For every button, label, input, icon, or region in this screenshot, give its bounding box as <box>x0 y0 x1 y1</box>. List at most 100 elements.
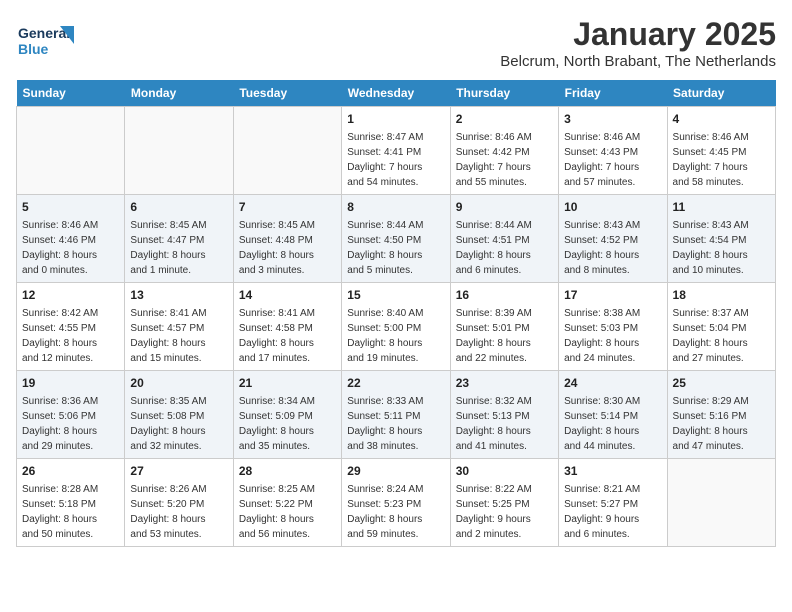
day-info: Sunrise: 8:41 AM Sunset: 4:57 PM Dayligh… <box>130 308 206 364</box>
day-info: Sunrise: 8:38 AM Sunset: 5:03 PM Dayligh… <box>564 308 640 364</box>
day-number: 24 <box>564 375 661 392</box>
header-tuesday: Tuesday <box>233 80 341 107</box>
day-info: Sunrise: 8:44 AM Sunset: 4:51 PM Dayligh… <box>456 220 532 276</box>
day-info: Sunrise: 8:37 AM Sunset: 5:04 PM Dayligh… <box>673 308 749 364</box>
day-info: Sunrise: 8:46 AM Sunset: 4:46 PM Dayligh… <box>22 220 98 276</box>
table-row: 30Sunrise: 8:22 AM Sunset: 5:25 PM Dayli… <box>450 459 558 547</box>
day-info: Sunrise: 8:46 AM Sunset: 4:42 PM Dayligh… <box>456 132 532 188</box>
table-row: 12 Sunrise: 8:42 AM Sunset: 4:55 PM Dayli… <box>17 283 125 371</box>
table-row: 9Sunrise: 8:44 AM Sunset: 4:51 PM Daylig… <box>450 195 558 283</box>
table-row: 27 Sunrise: 8:26 AM Sunset: 5:20 PM Dayli… <box>125 459 233 547</box>
day-number: 22 <box>347 375 444 392</box>
day-info: Sunrise: 8:42 AM Sunset: 4:55 PM Dayligh… <box>22 308 98 364</box>
day-info: Sunrise: 8:47 AM Sunset: 4:41 PM Dayligh… <box>347 132 423 188</box>
table-row: 11Sunrise: 8:43 AM Sunset: 4:54 PM Dayli… <box>667 195 775 283</box>
day-info: Sunrise: 8:30 AM Sunset: 5:14 PM Dayligh… <box>564 396 640 452</box>
day-info: Sunrise: 8:43 AM Sunset: 4:52 PM Dayligh… <box>564 220 640 276</box>
day-info: Sunrise: 8:29 AM Sunset: 5:16 PM Dayligh… <box>673 396 749 452</box>
day-info: Sunrise: 8:44 AM Sunset: 4:50 PM Dayligh… <box>347 220 423 276</box>
day-info: Sunrise: 8:21 AM Sunset: 5:27 PM Dayligh… <box>564 484 640 540</box>
day-number: 18 <box>673 287 770 304</box>
day-number: 4 <box>673 111 770 128</box>
day-info: Sunrise: 8:36 AM Sunset: 5:06 PM Dayligh… <box>22 396 98 452</box>
day-info: Sunrise: 8:46 AM Sunset: 4:45 PM Dayligh… <box>673 132 749 188</box>
day-number: 23 <box>456 375 553 392</box>
day-info: Sunrise: 8:40 AM Sunset: 5:00 PM Dayligh… <box>347 308 423 364</box>
day-number: 1 <box>347 111 444 128</box>
day-info: Sunrise: 8:41 AM Sunset: 4:58 PM Dayligh… <box>239 308 315 364</box>
title-block: January 2025 Belcrum, North Brabant, The… <box>500 16 776 70</box>
day-number: 17 <box>564 287 661 304</box>
day-number: 6 <box>130 199 227 216</box>
day-info: Sunrise: 8:46 AM Sunset: 4:43 PM Dayligh… <box>564 132 640 188</box>
day-number: 7 <box>239 199 336 216</box>
table-row: 21Sunrise: 8:34 AM Sunset: 5:09 PM Dayli… <box>233 371 341 459</box>
table-row: 7 Sunrise: 8:45 AM Sunset: 4:48 PM Daylig… <box>233 195 341 283</box>
day-number: 29 <box>347 463 444 480</box>
day-number: 13 <box>130 287 227 304</box>
calendar-week-row: 26 Sunrise: 8:28 AM Sunset: 5:18 PM Dayli… <box>17 459 776 547</box>
table-row: 31 Sunrise: 8:21 AM Sunset: 5:27 PM Dayli… <box>559 459 667 547</box>
table-row: 22 Sunrise: 8:33 AM Sunset: 5:11 PM Dayli… <box>342 371 450 459</box>
table-row: 28Sunrise: 8:25 AM Sunset: 5:22 PM Dayli… <box>233 459 341 547</box>
table-row: 6 Sunrise: 8:45 AM Sunset: 4:47 PM Daylig… <box>125 195 233 283</box>
table-row: 14 Sunrise: 8:41 AM Sunset: 4:58 PM Dayli… <box>233 283 341 371</box>
day-info: Sunrise: 8:45 AM Sunset: 4:47 PM Dayligh… <box>130 220 206 276</box>
day-info: Sunrise: 8:33 AM Sunset: 5:11 PM Dayligh… <box>347 396 423 452</box>
day-number: 21 <box>239 375 336 392</box>
table-row: 1 Sunrise: 8:47 AM Sunset: 4:41 PM Daylig… <box>342 107 450 195</box>
day-number: 20 <box>130 375 227 392</box>
day-number: 27 <box>130 463 227 480</box>
header-saturday: Saturday <box>667 80 775 107</box>
day-number: 26 <box>22 463 119 480</box>
day-info: Sunrise: 8:25 AM Sunset: 5:22 PM Dayligh… <box>239 484 315 540</box>
header-thursday: Thursday <box>450 80 558 107</box>
day-info: Sunrise: 8:28 AM Sunset: 5:18 PM Dayligh… <box>22 484 98 540</box>
table-row: 15 Sunrise: 8:40 AM Sunset: 5:00 PM Dayli… <box>342 283 450 371</box>
day-info: Sunrise: 8:32 AM Sunset: 5:13 PM Dayligh… <box>456 396 532 452</box>
header-monday: Monday <box>125 80 233 107</box>
day-number: 11 <box>673 199 770 216</box>
table-row: 17 Sunrise: 8:38 AM Sunset: 5:03 PM Dayli… <box>559 283 667 371</box>
table-row: 26 Sunrise: 8:28 AM Sunset: 5:18 PM Dayli… <box>17 459 125 547</box>
header-wednesday: Wednesday <box>342 80 450 107</box>
calendar-location: Belcrum, North Brabant, The Netherlands <box>500 53 776 70</box>
table-row: 8 Sunrise: 8:44 AM Sunset: 4:50 PM Daylig… <box>342 195 450 283</box>
calendar-week-row: 12 Sunrise: 8:42 AM Sunset: 4:55 PM Dayli… <box>17 283 776 371</box>
logo: General Blue <box>16 16 76 66</box>
weekday-header-row: Sunday Monday Tuesday Wednesday Thursday… <box>17 80 776 107</box>
day-number: 3 <box>564 111 661 128</box>
day-number: 19 <box>22 375 119 392</box>
day-info: Sunrise: 8:45 AM Sunset: 4:48 PM Dayligh… <box>239 220 315 276</box>
svg-text:Blue: Blue <box>18 41 49 57</box>
logo-icon: General Blue <box>16 16 76 66</box>
calendar-week-row: 5 Sunrise: 8:46 AM Sunset: 4:46 PM Daylig… <box>17 195 776 283</box>
table-row: 10Sunrise: 8:43 AM Sunset: 4:52 PM Dayli… <box>559 195 667 283</box>
table-row: 5 Sunrise: 8:46 AM Sunset: 4:46 PM Daylig… <box>17 195 125 283</box>
day-number: 14 <box>239 287 336 304</box>
calendar-title: January 2025 <box>500 16 776 53</box>
calendar-week-row: 19 Sunrise: 8:36 AM Sunset: 5:06 PM Dayli… <box>17 371 776 459</box>
table-row: 16Sunrise: 8:39 AM Sunset: 5:01 PM Dayli… <box>450 283 558 371</box>
page-header: General Blue January 2025 Belcrum, North… <box>16 16 776 70</box>
table-row: 23 Sunrise: 8:32 AM Sunset: 5:13 PM Dayli… <box>450 371 558 459</box>
table-row: 2Sunrise: 8:46 AM Sunset: 4:42 PM Daylig… <box>450 107 558 195</box>
table-row <box>233 107 341 195</box>
day-number: 12 <box>22 287 119 304</box>
calendar-table: Sunday Monday Tuesday Wednesday Thursday… <box>16 80 776 547</box>
day-number: 8 <box>347 199 444 216</box>
table-row: 29 Sunrise: 8:24 AM Sunset: 5:23 PM Dayli… <box>342 459 450 547</box>
day-info: Sunrise: 8:26 AM Sunset: 5:20 PM Dayligh… <box>130 484 206 540</box>
day-number: 5 <box>22 199 119 216</box>
day-info: Sunrise: 8:35 AM Sunset: 5:08 PM Dayligh… <box>130 396 206 452</box>
table-row <box>667 459 775 547</box>
day-number: 16 <box>456 287 553 304</box>
day-number: 15 <box>347 287 444 304</box>
table-row <box>17 107 125 195</box>
table-row: 13 Sunrise: 8:41 AM Sunset: 4:57 PM Dayli… <box>125 283 233 371</box>
table-row: 3 Sunrise: 8:46 AM Sunset: 4:43 PM Daylig… <box>559 107 667 195</box>
day-info: Sunrise: 8:24 AM Sunset: 5:23 PM Dayligh… <box>347 484 423 540</box>
table-row: 24 Sunrise: 8:30 AM Sunset: 5:14 PM Dayli… <box>559 371 667 459</box>
table-row: 20 Sunrise: 8:35 AM Sunset: 5:08 PM Dayli… <box>125 371 233 459</box>
day-number: 31 <box>564 463 661 480</box>
